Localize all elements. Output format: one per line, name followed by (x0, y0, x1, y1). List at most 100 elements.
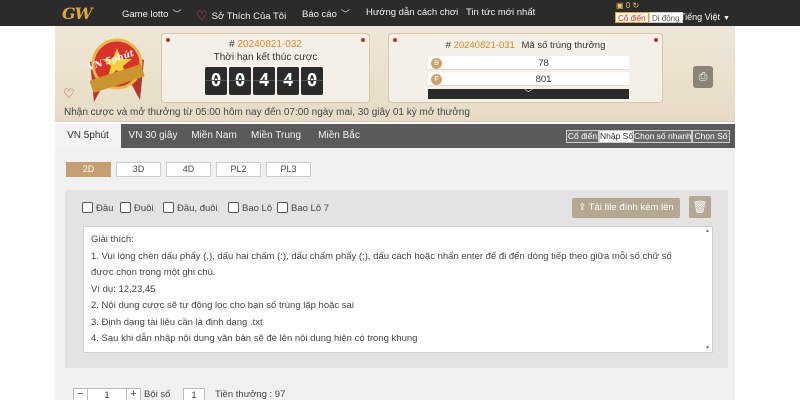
increment-button[interactable]: + (126, 388, 140, 400)
checkbox[interactable] (120, 202, 131, 213)
tab-mien-bac[interactable]: Miền Bắc (309, 124, 369, 148)
betting-panel: 2D 3D 4D PL2 PL3 Đầu Đuôi Đầu, đuôi Bao … (55, 148, 735, 400)
balance-value: 0 (625, 1, 631, 10)
game-tabs: VN 5phút VN 30 giây Miền Nam Miền Trung … (55, 124, 735, 148)
amount-value[interactable]: 1 (88, 389, 126, 400)
option-label: Bao Lô (242, 203, 273, 214)
upload-icon: ⇪ (578, 202, 587, 213)
multiplier-input[interactable]: 1 (183, 388, 205, 400)
chevron-down-icon: ﹀ (524, 89, 533, 98)
draw-prefix: # (445, 40, 451, 51)
nav-game-lotto[interactable]: Game lotto ﹀ (122, 7, 181, 20)
tab-mien-trung[interactable]: Miền Trung (243, 124, 309, 148)
textarea-scrollbar[interactable]: ▲ ▼ (704, 228, 711, 351)
balance: ▣ 0 ↻ (616, 1, 639, 10)
winning-label: Mã số trúng thưởng (521, 40, 606, 51)
history-document-icon[interactable]: ⎙ (693, 66, 713, 88)
instruction-line: Ví dụ: 12,23,45 (91, 283, 156, 295)
nav-game-lotto-label: Game lotto (122, 9, 169, 20)
nav-reports[interactable]: Báo cáo ﹀ (302, 7, 350, 20)
nav-news[interactable]: Tin tức mới nhất (466, 7, 535, 18)
schedule-notice: Nhận cược và mở thưởng từ 05:00 hôm nay … (64, 107, 470, 118)
refresh-icon[interactable]: ↻ (632, 1, 639, 10)
nav-reports-label: Báo cáo (302, 9, 337, 20)
winning-draw-id: 20240821-031 (453, 40, 515, 51)
caret-down-icon: ▼ (723, 15, 730, 22)
countdown-digit: 4 (253, 67, 275, 95)
upload-label: Tải file đính kèm lên (588, 202, 674, 213)
prize-display: Tiền thưởng : 97 (215, 389, 285, 400)
tab-vn-30-giay[interactable]: VN 30 giây (121, 124, 185, 148)
mode-mobile-button[interactable]: Di động (649, 12, 683, 23)
checkbox[interactable] (82, 202, 93, 213)
instruction-line: Giải thích: (91, 234, 134, 245)
nav-news-label: Tin tức mới nhất (466, 7, 536, 18)
language-label: Tiếng Việt (680, 12, 721, 22)
input-mode-enter-numbers[interactable]: Nhập Số (599, 130, 633, 143)
heart-icon: ♡ (196, 8, 208, 23)
instruction-line: 3. Định dạng tài liệu cần là định dạng .… (91, 316, 263, 328)
trash-icon[interactable]: 🗑 (689, 196, 711, 218)
checkbox[interactable] (277, 202, 288, 213)
winning-numbers-card: # 20240821-031 Mã số trúng thưởng B 78 F… (388, 33, 663, 103)
option-label: Đầu, đuôi (177, 203, 218, 214)
tab-2d[interactable]: 2D (66, 162, 111, 177)
scroll-down-icon[interactable]: ▼ (704, 345, 711, 351)
current-draw: # 20240821-032 (162, 39, 369, 50)
prize-ball-icon: F (431, 74, 442, 85)
option-label: Bao Lô 7 (291, 203, 330, 214)
option-dau-duoi[interactable]: Đầu, đuôi (163, 202, 218, 214)
upload-file-button[interactable]: ⇪ Tải file đính kèm lên (572, 198, 680, 218)
winning-value: 78 (538, 58, 549, 69)
chevron-down-icon: ﹀ (172, 9, 182, 19)
nav-favorites-label: Sở Thích Của Tôi (211, 11, 287, 22)
expand-results-button[interactable]: ﹀ (428, 89, 629, 99)
winning-row: B 78 (428, 56, 629, 70)
language-selector[interactable]: Tiếng Việt ▼ (680, 12, 730, 22)
nav-how-to-play-label: Hướng dẫn cách chơi (366, 7, 459, 18)
scroll-up-icon[interactable]: ▲ (704, 228, 711, 234)
chevron-down-icon: ﹀ (340, 9, 350, 19)
instruction-line: 4. Sau khi dẫn nhập nội dung văn bản sẽ … (91, 333, 418, 344)
nav-how-to-play[interactable]: Hướng dẫn cách chơi (366, 7, 458, 18)
option-bao-lo-7[interactable]: Bao Lô 7 (277, 202, 329, 214)
tab-pl3[interactable]: PL3 (266, 162, 311, 177)
decrement-button[interactable]: − (74, 388, 88, 400)
tab-3d[interactable]: 3D (116, 162, 161, 177)
brand-logo[interactable]: GW (62, 4, 106, 23)
nav-favorites[interactable]: ♡ Sở Thích Của Tôi (196, 7, 286, 23)
option-label: Đầu (96, 203, 114, 214)
prize-ball-icon: B (431, 58, 442, 69)
option-dau[interactable]: Đầu (82, 202, 113, 214)
option-duoi[interactable]: Đuôi (120, 202, 154, 214)
favorite-heart-icon[interactable]: ♡ (63, 86, 75, 102)
countdown-card: # 20240821-032 Thời hạn kết thúc cược 0 … (161, 33, 370, 103)
winning-title: # 20240821-031 Mã số trúng thưởng (389, 40, 662, 51)
winning-row: F 801 (428, 72, 629, 86)
instruction-line: được chọn trong một ghi chú. (91, 267, 216, 278)
top-navigation: GW Game lotto ﹀ ♡ Sở Thích Của Tôi Báo cáo… (0, 0, 800, 26)
amount-stepper[interactable]: − 1 + (73, 388, 141, 400)
tab-pl2[interactable]: PL2 (216, 162, 261, 177)
checkbox[interactable] (163, 202, 174, 213)
numbers-textarea[interactable]: Giải thích: 1. Vui lòng chèn dấu phẩy (,… (83, 226, 713, 353)
winning-value: 801 (535, 74, 552, 85)
draw-prefix: # (229, 39, 235, 50)
countdown-digit: 0 (205, 67, 227, 95)
countdown-digit: 0 (229, 67, 251, 95)
instruction-line: 1. Vui lòng chèn dấu phẩy (,), dấu hai c… (91, 250, 672, 262)
input-mode-classic[interactable]: Cổ điển (566, 130, 599, 143)
tab-4d[interactable]: 4D (166, 162, 211, 177)
checkbox[interactable] (228, 202, 239, 213)
mode-classic-button[interactable]: Cổ điển (615, 12, 649, 23)
bet-controls: − 1 + Bội số 1 Tiền thưởng : 97 (0, 388, 800, 400)
multiplier-label: Bội số (144, 389, 171, 400)
tab-mien-nam[interactable]: Miền Nam (185, 124, 243, 148)
input-mode-quick-pick[interactable]: Chọn số nhanh (633, 130, 692, 143)
prize-value: 97 (274, 389, 286, 400)
countdown-digit: 4 (277, 67, 299, 95)
input-mode-pick-numbers[interactable]: Chọn Số (692, 130, 730, 143)
option-bao-lo[interactable]: Bao Lô (228, 202, 272, 214)
tab-vn-5phut[interactable]: VN 5phút (55, 124, 121, 148)
countdown-digit: 0 (301, 67, 323, 95)
